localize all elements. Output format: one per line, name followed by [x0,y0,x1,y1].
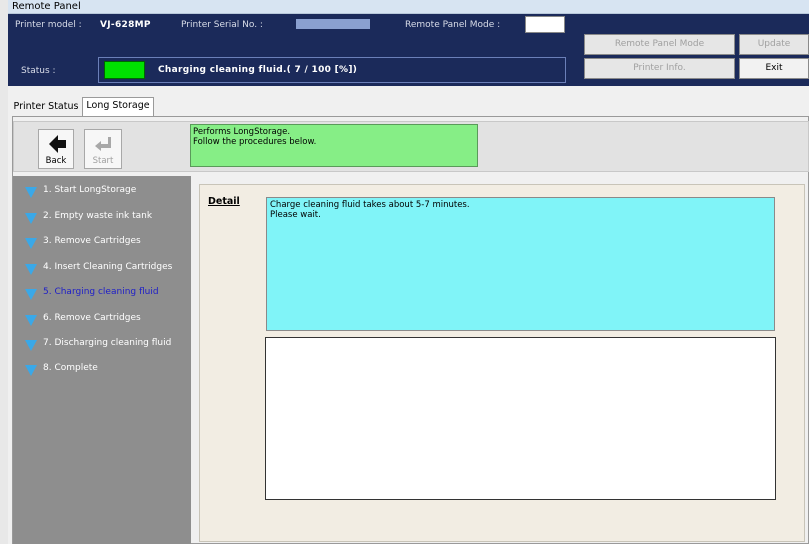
step-label-current: 5. Charging cleaning fluid [43,287,159,297]
step-label: 8. Complete [43,363,98,373]
printer-model-label: Printer model : [15,20,82,30]
start-label: Start [92,156,114,166]
detail-label: Detail [208,196,240,207]
title-bar: Remote Panel [8,0,809,14]
detail-message-box: Charge cleaning fluid takes about 5-7 mi… [266,197,775,331]
triangle-down-icon [25,213,37,224]
step-label: 3. Remove Cartridges [43,236,141,246]
step-item: 6. Remove Cartridges [13,309,191,331]
remote-panel-mode-button[interactable]: Remote Panel Mode [584,34,735,55]
toolbar: Back Start Performs LongStorage. Follow … [13,121,809,172]
serial-label: Printer Serial No. : [181,20,263,30]
status-label: Status : [21,66,56,76]
step-label: 1. Start LongStorage [43,185,137,195]
header-panel: Printer model : VJ-628MP Printer Serial … [8,14,809,86]
step-item: 7. Discharging cleaning fluid [13,334,191,356]
step-label: 7. Discharging cleaning fluid [43,338,172,348]
serial-value-redacted [296,19,370,29]
status-box: Charging cleaning fluid.( 7 / 100 [%]) [98,57,566,83]
step-item: 3. Remove Cartridges [13,232,191,254]
left-arrow-icon [49,135,66,153]
step-label: 6. Remove Cartridges [43,313,141,323]
info-box: Performs LongStorage. Follow the procedu… [190,124,478,167]
step-item-current: 5. Charging cleaning fluid [13,283,191,305]
triangle-down-icon [25,187,37,198]
start-button[interactable]: Start [84,129,122,169]
step-item: 4. Insert Cleaning Cartridges [13,258,191,280]
triangle-down-icon [25,340,37,351]
mode-label: Remote Panel Mode : [405,20,501,30]
printer-model-value: VJ-628MP [100,20,151,30]
step-item: 2. Empty waste ink tank [13,207,191,229]
triangle-down-icon [25,289,37,300]
detail-line-1: Charge cleaning fluid takes about 5-7 mi… [270,200,470,210]
info-line-2: Follow the procedures below. [193,137,317,147]
status-text: Charging cleaning fluid.( 7 / 100 [%]) [158,65,358,75]
info-line-1: Performs LongStorage. [193,127,291,137]
detail-line-2: Please wait. [270,210,321,220]
tab-printer-status[interactable]: Printer Status [12,99,80,116]
step-label: 2. Empty waste ink tank [43,211,153,221]
step-item: 8. Complete [13,359,191,381]
image-area [265,337,776,500]
triangle-down-icon [25,365,37,376]
step-label: 4. Insert Cleaning Cartridges [43,262,173,272]
triangle-down-icon [25,264,37,275]
triangle-down-icon [25,315,37,326]
steps-sidebar: 1. Start LongStorage 2. Empty waste ink … [13,176,191,544]
mode-indicator [525,16,565,33]
tab-long-storage[interactable]: Long Storage [82,97,154,117]
exit-button[interactable]: Exit [739,58,809,79]
back-label: Back [45,156,67,166]
status-led [104,61,145,79]
detail-panel: Detail Charge cleaning fluid takes about… [199,184,805,542]
step-item: 1. Start LongStorage [13,181,191,203]
back-button[interactable]: Back [38,129,74,169]
update-button[interactable]: Update [739,34,809,55]
triangle-down-icon [25,238,37,249]
window-left-edge [0,0,8,544]
printer-info-button[interactable]: Printer Info. [584,58,735,79]
window-title: Remote Panel [12,1,81,12]
enter-arrow-icon [95,137,111,151]
